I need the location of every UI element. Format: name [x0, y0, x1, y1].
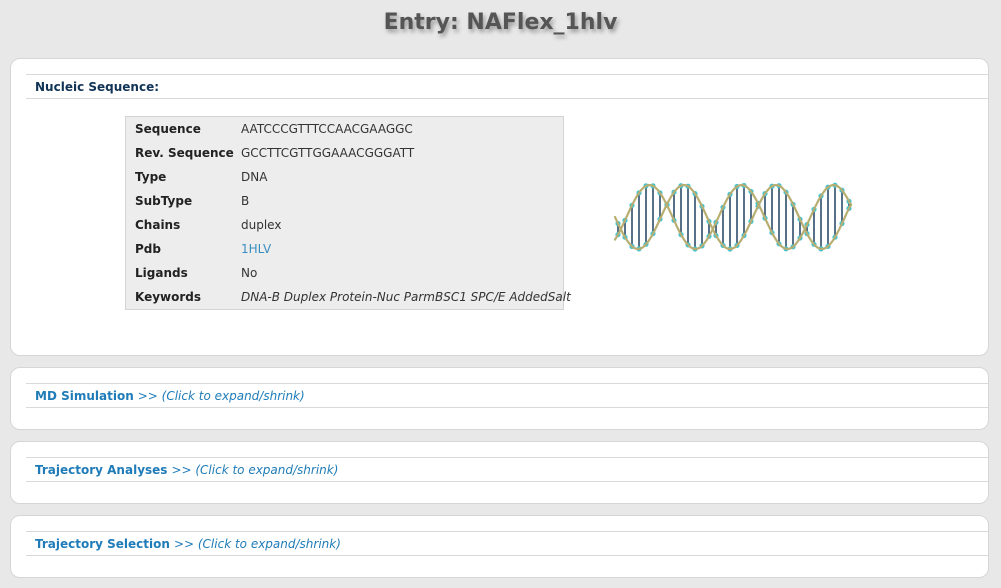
dna-structure-image: [613, 182, 853, 252]
md-simulation-label: MD Simulation: [35, 389, 134, 403]
info-key: Rev. Sequence: [135, 146, 234, 160]
trajectory-selection-toggle[interactable]: Trajectory Selection >> (Click to expand/…: [26, 531, 988, 556]
info-value: DNA-B Duplex Protein-Nuc ParmBSC1 SPC/E …: [241, 290, 571, 304]
dna-backbone-strand: [613, 184, 853, 250]
info-value: duplex: [241, 218, 282, 232]
trajectory-selection-panel: Trajectory Selection >> (Click to expand/…: [10, 515, 989, 578]
info-row-ligands: Ligands No: [126, 264, 563, 288]
info-key: Keywords: [135, 290, 202, 304]
info-row-subtype: SubType B: [126, 192, 563, 216]
info-value: GCCTTCGTTGGAAACGGGATT: [241, 146, 415, 160]
trajectory-analyses-panel: Trajectory Analyses >> (Click to expand/s…: [10, 441, 989, 504]
info-row-chains: Chains duplex: [126, 216, 563, 240]
trajectory-selection-label: Trajectory Selection: [35, 537, 170, 551]
nucleic-sequence-header: Nucleic Sequence:: [26, 74, 988, 99]
nucleic-sequence-panel: Nucleic Sequence: Sequence AATCCCGTTTCCA…: [10, 58, 989, 356]
info-key: Type: [135, 170, 167, 184]
info-value: No: [241, 266, 258, 280]
trajectory-analyses-label: Trajectory Analyses: [35, 463, 168, 477]
dna-base-pairs: [615, 182, 852, 252]
info-key: Chains: [135, 218, 181, 232]
info-row-sequence: Sequence AATCCCGTTTCCAACGAAGGC: [126, 120, 563, 144]
pdb-link[interactable]: 1HLV: [241, 240, 271, 258]
info-value: B: [241, 194, 250, 208]
info-value: AATCCCGTTTCCAACGAAGGC: [241, 122, 413, 136]
info-row-type: Type DNA: [126, 168, 563, 192]
info-key: SubType: [135, 194, 193, 208]
expand-hint: >> (Click to expand/shrink): [137, 389, 305, 403]
nucleic-sequence-title: Nucleic Sequence:: [35, 80, 160, 94]
info-key: Ligands: [135, 266, 188, 280]
sequence-info-table: Sequence AATCCCGTTTCCAACGAAGGC Rev. Sequ…: [125, 116, 571, 312]
info-value: DNA: [241, 170, 268, 184]
info-key: Pdb: [135, 242, 161, 256]
info-key: Sequence: [135, 122, 201, 136]
info-row-pdb: Pdb 1HLV: [126, 240, 563, 264]
page-title: Entry: NAFlex_1hlv: [383, 10, 618, 35]
md-simulation-panel: MD Simulation >> (Click to expand/shrink): [10, 367, 989, 430]
trajectory-analyses-toggle[interactable]: Trajectory Analyses >> (Click to expand/s…: [26, 457, 988, 482]
info-row-rev-sequence: Rev. Sequence GCCTTCGTTGGAAACGGGATT: [126, 144, 563, 168]
info-row-keywords: Keywords DNA-B Duplex Protein-Nuc ParmBS…: [126, 288, 571, 312]
expand-hint: >> (Click to expand/shrink): [171, 463, 339, 477]
md-simulation-toggle[interactable]: MD Simulation >> (Click to expand/shrink): [26, 383, 988, 408]
expand-hint: >> (Click to expand/shrink): [173, 537, 341, 551]
